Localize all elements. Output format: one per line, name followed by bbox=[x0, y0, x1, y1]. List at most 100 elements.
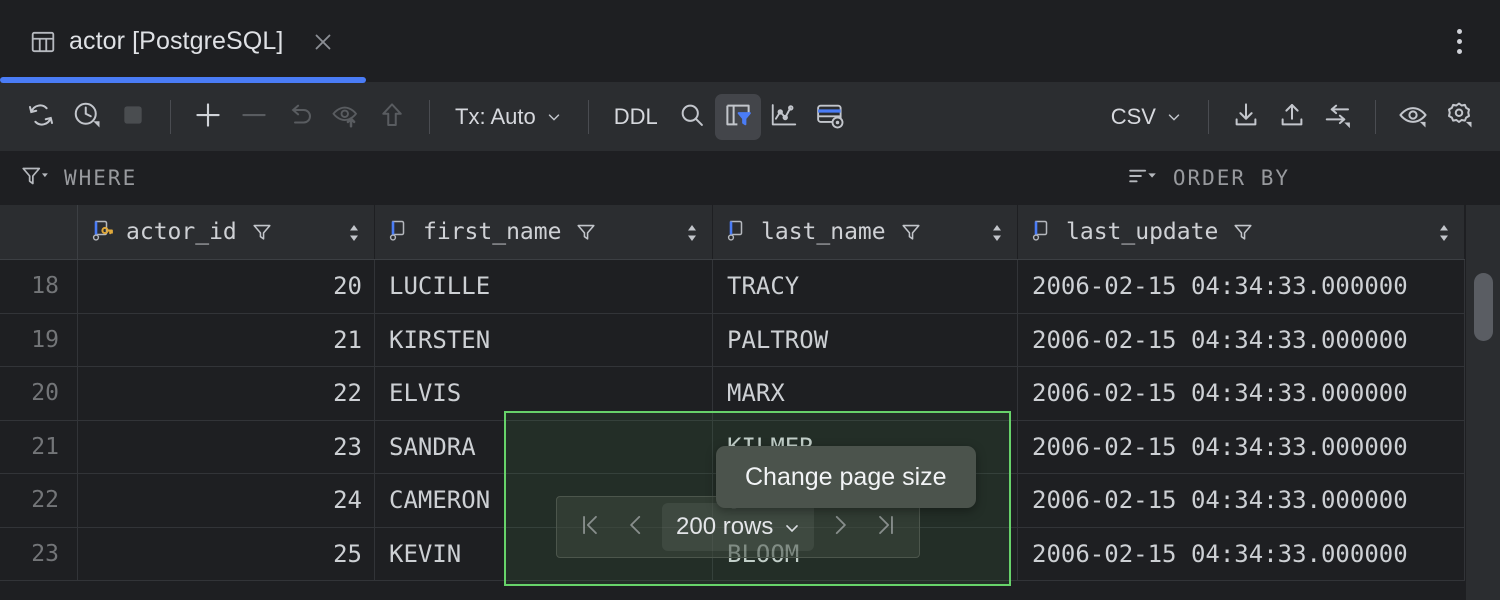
cell-actor-id[interactable]: 20 bbox=[78, 260, 375, 313]
filter-icon[interactable] bbox=[900, 221, 922, 243]
cell-first-name[interactable]: KIRSTEN bbox=[375, 314, 713, 367]
sort-icon[interactable] bbox=[684, 221, 700, 243]
table-row[interactable]: 20 22 ELVIS MARX 2006-02-15 04:34:33.000… bbox=[0, 367, 1500, 421]
tab-actor-postgresql[interactable]: actor [PostgreSQL] bbox=[0, 0, 358, 83]
cell-first-name[interactable]: LUCILLE bbox=[375, 260, 713, 313]
row-number: 20 bbox=[0, 367, 78, 420]
close-icon[interactable] bbox=[310, 29, 336, 55]
sort-dropdown-icon bbox=[1127, 163, 1159, 194]
toolbar-divider bbox=[588, 100, 589, 134]
table-icon bbox=[30, 29, 56, 55]
search-button[interactable] bbox=[669, 94, 715, 140]
arrow-up-icon bbox=[377, 100, 407, 135]
cell-last-name[interactable]: PALTROW bbox=[713, 314, 1018, 367]
cell-first-name[interactable]: ELVIS bbox=[375, 367, 713, 420]
cell-actor-id[interactable]: 24 bbox=[78, 474, 375, 527]
column-header-first-name[interactable]: first_name bbox=[375, 205, 713, 259]
settings-button[interactable] bbox=[1436, 94, 1482, 140]
column-header-last-update[interactable]: last_update bbox=[1018, 205, 1465, 259]
tooltip: Change page size bbox=[716, 446, 976, 508]
kebab-menu-icon[interactable] bbox=[1444, 27, 1474, 57]
delete-row-button[interactable] bbox=[231, 94, 277, 140]
add-row-button[interactable] bbox=[185, 94, 231, 140]
column-header-label: first_name bbox=[423, 219, 561, 245]
filter-icon[interactable] bbox=[251, 221, 273, 243]
filter-toggle-button[interactable] bbox=[715, 94, 761, 140]
first-page-button[interactable] bbox=[567, 504, 613, 550]
sort-icon[interactable] bbox=[989, 221, 1005, 243]
cell-last-name[interactable]: TRACY bbox=[713, 260, 1018, 313]
last-page-button[interactable] bbox=[863, 504, 909, 550]
vertical-scrollbar[interactable] bbox=[1465, 205, 1500, 600]
stop-button[interactable] bbox=[110, 94, 156, 140]
tab-bar: actor [PostgreSQL] bbox=[0, 0, 1500, 83]
tab-title: actor [PostgreSQL] bbox=[69, 27, 283, 56]
row-number: 18 bbox=[0, 260, 78, 313]
vertical-scrollbar-thumb[interactable] bbox=[1474, 273, 1493, 341]
search-icon bbox=[678, 101, 706, 134]
undo-icon bbox=[285, 100, 315, 135]
data-extractor-button[interactable] bbox=[807, 94, 853, 140]
refresh-icon bbox=[26, 100, 56, 135]
prev-page-icon bbox=[623, 512, 649, 543]
plus-icon bbox=[191, 98, 225, 137]
page-size-selector[interactable]: 200 rows bbox=[662, 503, 814, 551]
transaction-mode-button[interactable]: Tx: Auto bbox=[444, 94, 574, 140]
transpose-button[interactable] bbox=[1315, 94, 1361, 140]
next-page-button[interactable] bbox=[817, 504, 863, 550]
column-header-last-name[interactable]: last_name bbox=[713, 205, 1018, 259]
sort-icon[interactable] bbox=[1436, 221, 1452, 243]
filter-icon[interactable] bbox=[575, 221, 597, 243]
last-page-icon bbox=[873, 512, 899, 543]
toolbar-divider bbox=[1375, 100, 1376, 134]
cell-last-update[interactable]: 2006-02-15 04:34:33.000000 bbox=[1018, 314, 1465, 367]
cell-actor-id[interactable]: 25 bbox=[78, 528, 375, 581]
where-clause-field[interactable]: WHERE bbox=[20, 163, 137, 194]
chart-view-button[interactable] bbox=[761, 94, 807, 140]
prev-page-button[interactable] bbox=[613, 504, 659, 550]
column-header-label: actor_id bbox=[126, 219, 237, 245]
filter-bar: WHERE ORDER BY bbox=[0, 151, 1500, 205]
table-row[interactable]: 19 21 KIRSTEN PALTROW 2006-02-15 04:34:3… bbox=[0, 314, 1500, 368]
cell-last-update[interactable]: 2006-02-15 04:34:33.000000 bbox=[1018, 474, 1465, 527]
toolbar-divider bbox=[429, 100, 430, 134]
tooltip-text: Change page size bbox=[745, 463, 947, 492]
output-format-button[interactable]: CSV bbox=[1100, 94, 1194, 140]
row-number: 22 bbox=[0, 474, 78, 527]
reload-page-button[interactable] bbox=[18, 94, 64, 140]
column-icon bbox=[725, 217, 751, 248]
row-number-header bbox=[0, 205, 78, 259]
revert-changes-button[interactable] bbox=[277, 94, 323, 140]
cell-last-update[interactable]: 2006-02-15 04:34:33.000000 bbox=[1018, 367, 1465, 420]
eye-upload-icon bbox=[331, 100, 361, 135]
cell-last-update[interactable]: 2006-02-15 04:34:33.000000 bbox=[1018, 528, 1465, 581]
column-header-label: last_name bbox=[761, 219, 886, 245]
cell-actor-id[interactable]: 23 bbox=[78, 421, 375, 474]
database-view-icon bbox=[815, 100, 845, 135]
download-icon bbox=[1231, 100, 1261, 135]
filter-icon[interactable] bbox=[1232, 221, 1254, 243]
cell-actor-id[interactable]: 21 bbox=[78, 314, 375, 367]
table-row[interactable]: 18 20 LUCILLE TRACY 2006-02-15 04:34:33.… bbox=[0, 260, 1500, 314]
export-data-button[interactable] bbox=[1269, 94, 1315, 140]
chevron-down-icon bbox=[782, 518, 800, 536]
submit-changes-button[interactable] bbox=[369, 94, 415, 140]
view-options-button[interactable] bbox=[1390, 94, 1436, 140]
page-history-button[interactable] bbox=[64, 94, 110, 140]
import-data-button[interactable] bbox=[1223, 94, 1269, 140]
column-header-actor-id[interactable]: actor_id bbox=[78, 205, 375, 259]
clock-history-icon bbox=[72, 100, 102, 135]
column-filter-icon bbox=[723, 100, 753, 135]
upload-icon bbox=[1277, 100, 1307, 135]
cell-last-name[interactable]: MARX bbox=[713, 367, 1018, 420]
cell-actor-id[interactable]: 22 bbox=[78, 367, 375, 420]
sort-icon[interactable] bbox=[346, 221, 362, 243]
ddl-button[interactable]: DDL bbox=[603, 94, 669, 140]
preview-changes-button[interactable] bbox=[323, 94, 369, 140]
cell-last-update[interactable]: 2006-02-15 04:34:33.000000 bbox=[1018, 421, 1465, 474]
order-by-clause-field[interactable]: ORDER BY bbox=[1127, 163, 1290, 194]
cell-first-name[interactable]: SANDRA bbox=[375, 421, 713, 474]
where-label: WHERE bbox=[64, 166, 137, 190]
minus-icon bbox=[237, 98, 271, 137]
cell-last-update[interactable]: 2006-02-15 04:34:33.000000 bbox=[1018, 260, 1465, 313]
